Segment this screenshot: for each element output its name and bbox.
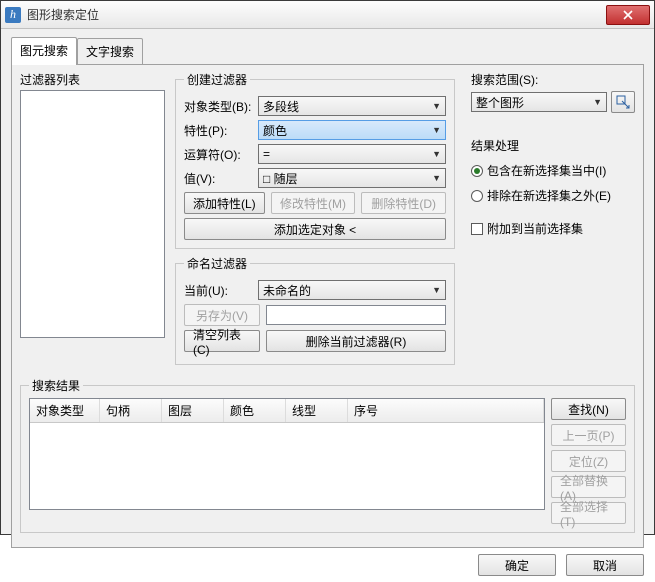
checkbox-append[interactable]: 附加到当前选择集 [471, 220, 635, 237]
filter-listbox[interactable] [20, 90, 165, 338]
results-header: 对象类型 句柄 图层 颜色 线型 序号 [30, 399, 544, 423]
add-selected-object-button[interactable]: 添加选定对象 < [184, 218, 446, 240]
chevron-down-icon: ▼ [432, 125, 441, 135]
tab-panel: 过滤器列表 创建过滤器 对象类型(B): 多段线▼ 特性(P): 颜色▼ [11, 64, 644, 548]
save-as-button: 另存为(V) [184, 304, 260, 326]
select-all-button: 全部选择(T) [551, 502, 626, 524]
tab-element-search[interactable]: 图元搜索 [11, 37, 77, 65]
locate-button: 定位(Z) [551, 450, 626, 472]
operator-select[interactable]: =▼ [258, 144, 446, 164]
save-as-input[interactable] [266, 305, 446, 325]
find-button[interactable]: 查找(N) [551, 398, 626, 420]
col-object-type[interactable]: 对象类型 [30, 399, 100, 422]
results-table[interactable]: 对象类型 句柄 图层 颜色 线型 序号 [29, 398, 545, 510]
search-scope-select[interactable]: 整个图形▼ [471, 92, 607, 112]
filter-list-label: 过滤器列表 [20, 71, 165, 88]
current-filter-select[interactable]: 未命名的▼ [258, 280, 446, 300]
radio-exclude[interactable]: 排除在新选择集之外(E) [471, 187, 635, 204]
cancel-button[interactable]: 取消 [566, 554, 644, 576]
property-label: 特性(P): [184, 122, 252, 139]
titlebar: h 图形搜索定位 [1, 1, 654, 29]
named-filter-legend: 命名过滤器 [184, 255, 250, 272]
window-title: 图形搜索定位 [27, 6, 606, 23]
chevron-down-icon: ▼ [432, 149, 441, 159]
checkbox-append-label: 附加到当前选择集 [487, 220, 583, 237]
checkbox-icon [471, 223, 483, 235]
replace-all-button: 全部替换(A) [551, 476, 626, 498]
tab-text-search[interactable]: 文字搜索 [77, 38, 143, 65]
close-button[interactable] [606, 5, 650, 25]
col-layer[interactable]: 图层 [162, 399, 224, 422]
result-handling-label: 结果处理 [471, 137, 635, 154]
col-linetype[interactable]: 线型 [286, 399, 348, 422]
radio-exclude-label: 排除在新选择集之外(E) [487, 187, 611, 204]
radio-icon [471, 165, 483, 177]
chevron-down-icon: ▼ [432, 101, 441, 111]
chevron-down-icon: ▼ [432, 285, 441, 295]
col-handle[interactable]: 句柄 [100, 399, 162, 422]
radio-icon [471, 190, 483, 202]
chevron-down-icon: ▼ [432, 173, 441, 183]
named-filter-group: 命名过滤器 当前(U): 未命名的▼ 另存为(V) 清空列表(C) 删除当前过滤… [175, 255, 455, 365]
search-scope-label: 搜索范围(S): [471, 71, 635, 88]
dialog-window: h 图形搜索定位 图元搜索 文字搜索 过滤器列表 创建过滤器 [0, 0, 655, 535]
col-color[interactable]: 颜色 [224, 399, 286, 422]
radio-include-label: 包含在新选择集当中(I) [487, 162, 606, 179]
edit-property-button: 修改特性(M) [271, 192, 356, 214]
obj-type-select[interactable]: 多段线▼ [258, 96, 446, 116]
app-icon: h [5, 7, 21, 23]
close-icon [623, 10, 633, 20]
clear-list-button[interactable]: 清空列表(C) [184, 330, 260, 352]
ok-button[interactable]: 确定 [478, 554, 556, 576]
tab-strip: 图元搜索 文字搜索 [11, 37, 644, 65]
operator-label: 运算符(O): [184, 146, 252, 163]
value-select[interactable]: □ 随层▼ [258, 168, 446, 188]
value-label: 值(V): [184, 170, 252, 187]
prev-page-button: 上一页(P) [551, 424, 626, 446]
select-icon [616, 95, 630, 109]
property-select[interactable]: 颜色▼ [258, 120, 446, 140]
radio-include[interactable]: 包含在新选择集当中(I) [471, 162, 635, 179]
delete-current-filter-button[interactable]: 删除当前过滤器(R) [266, 330, 446, 352]
chevron-down-icon: ▼ [593, 97, 602, 107]
col-index[interactable]: 序号 [348, 399, 544, 422]
search-results-group: 搜索结果 对象类型 句柄 图层 颜色 线型 序号 [20, 377, 635, 533]
delete-property-button: 删除特性(D) [361, 192, 446, 214]
search-results-legend: 搜索结果 [29, 377, 83, 394]
pick-scope-button[interactable] [611, 91, 635, 113]
add-property-button[interactable]: 添加特性(L) [184, 192, 265, 214]
create-filter-legend: 创建过滤器 [184, 71, 250, 88]
current-label: 当前(U): [184, 282, 252, 299]
obj-type-label: 对象类型(B): [184, 98, 252, 115]
create-filter-group: 创建过滤器 对象类型(B): 多段线▼ 特性(P): 颜色▼ 运算符(O): =… [175, 71, 455, 249]
